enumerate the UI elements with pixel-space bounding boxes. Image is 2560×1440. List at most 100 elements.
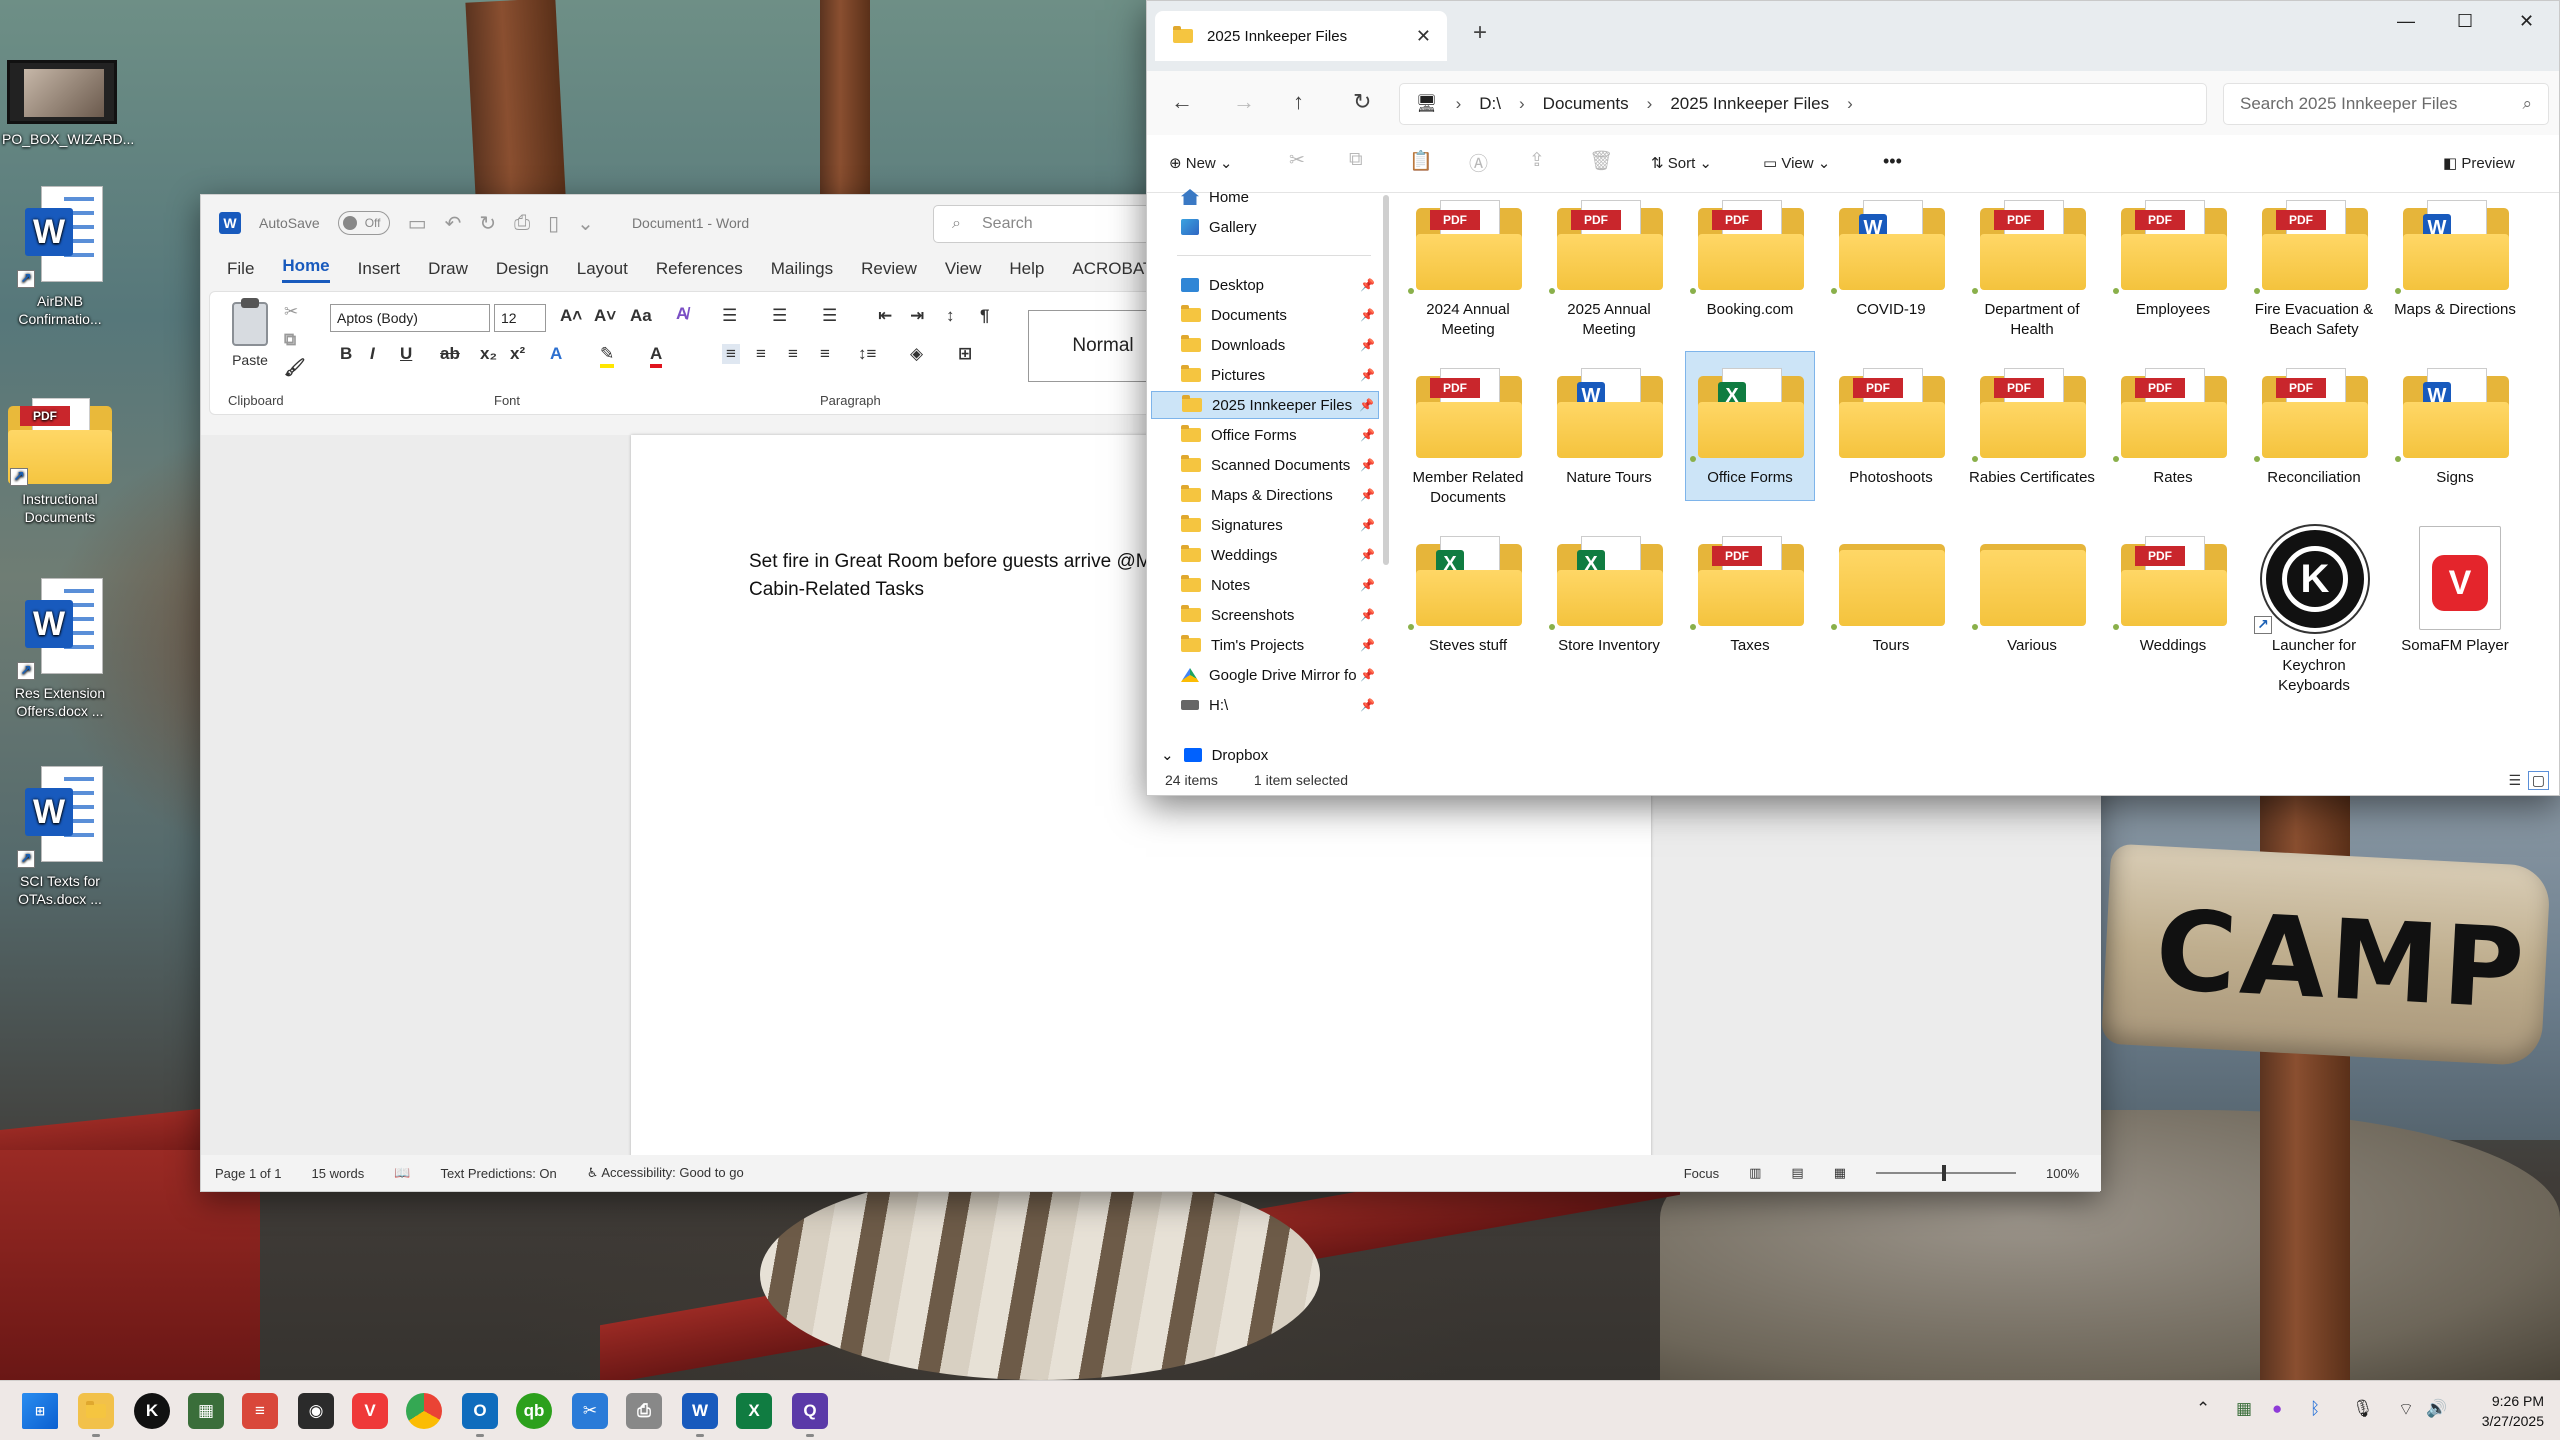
bullets-icon[interactable]: ☰ <box>722 306 737 326</box>
taskbar-app-icon[interactable]: ▦ <box>188 1393 224 1429</box>
breadcrumb-item[interactable]: D:\ <box>1479 94 1501 114</box>
grid-item[interactable]: W COVID-19 <box>1826 189 1956 321</box>
read-mode-icon[interactable]: ▥ <box>1749 1165 1761 1181</box>
tab-draw[interactable]: Draw <box>428 259 468 279</box>
focus-button[interactable]: Focus <box>1684 1166 1719 1181</box>
tab-help[interactable]: Help <box>1009 259 1044 279</box>
nav-item-2025-innkeeper-files[interactable]: 2025 Innkeeper Files 📌 <box>1151 391 1379 419</box>
bluetooth-icon[interactable]: ᛒ <box>2310 1399 2320 1419</box>
taskbar-file-explorer[interactable] <box>78 1393 114 1437</box>
document-line[interactable]: Cabin-Related Tasks <box>749 579 924 601</box>
refresh-icon[interactable]: ↻ <box>1353 89 1371 115</box>
nav-item-weddings[interactable]: Weddings 📌 <box>1151 541 1379 569</box>
grid-item[interactable]: PDF 2025 Annual Meeting <box>1544 189 1674 341</box>
explorer-search-input[interactable]: Search 2025 Innkeeper Files ⌕ <box>2223 83 2549 125</box>
grid-item[interactable]: PDF Employees <box>2108 189 2238 321</box>
new-doc-icon[interactable]: ▯ <box>548 211 559 236</box>
sort-icon[interactable]: ↕ <box>946 306 955 326</box>
new-tab-icon[interactable]: + <box>1473 19 1487 47</box>
accessibility-status[interactable]: ♿ Accessibility: Good to go <box>587 1165 744 1181</box>
grid-item[interactable]: X Store Inventory <box>1544 525 1674 657</box>
minimize-icon[interactable]: — <box>2397 11 2415 32</box>
tab-view[interactable]: View <box>945 259 982 279</box>
breadcrumb-item[interactable]: Documents <box>1543 94 1629 114</box>
start-button[interactable]: ⊞ <box>22 1393 58 1429</box>
desktop-icon-instructional-documents[interactable]: PDF ↗ Instructional Documents <box>0 398 120 526</box>
cut-icon[interactable]: ✂ <box>284 302 298 322</box>
close-icon[interactable]: ✕ <box>2519 11 2534 32</box>
tab-review[interactable]: Review <box>861 259 917 279</box>
explorer-tab[interactable]: 2025 Innkeeper Files ✕ <box>1155 11 1447 61</box>
tray-app-icon[interactable]: ▦ <box>2236 1399 2252 1419</box>
nav-item-dropbox[interactable]: ⌄ Dropbox <box>1151 745 1379 765</box>
highlight-icon[interactable]: ✎ <box>600 344 615 368</box>
more-options-icon[interactable]: ••• <box>1883 151 1902 172</box>
superscript-icon[interactable]: x² <box>510 344 525 364</box>
nav-item-h-drive[interactable]: H:\ 📌 <box>1151 691 1379 719</box>
align-center-icon[interactable]: ≡ <box>756 344 766 364</box>
align-right-icon[interactable]: ≡ <box>788 344 798 364</box>
redo-icon[interactable]: ↻ <box>479 211 496 236</box>
grid-item[interactable]: Tours <box>1826 525 1956 657</box>
zoom-level[interactable]: 100% <box>2046 1166 2079 1181</box>
taskbar-outlook[interactable]: O <box>462 1393 498 1437</box>
microphone-icon[interactable]: 🎙 <box>2352 1399 2374 1419</box>
nav-item-screenshots[interactable]: Screenshots 📌 <box>1151 601 1379 629</box>
up-icon[interactable]: ↑ <box>1293 89 1304 115</box>
shrink-font-icon[interactable]: A˅ <box>594 306 616 326</box>
word-count[interactable]: 15 words <box>312 1166 365 1181</box>
nav-item-tims-projects[interactable]: Tim's Projects 📌 <box>1151 631 1379 659</box>
grid-item[interactable]: PDF Weddings <box>2108 525 2238 657</box>
breadcrumb-item[interactable]: 2025 Innkeeper Files <box>1670 94 1829 114</box>
grid-item[interactable]: PDF Member Related Documents <box>1403 357 1533 509</box>
copy-icon[interactable]: ⧉ <box>284 330 296 350</box>
close-tab-icon[interactable]: ✕ <box>1416 26 1431 47</box>
rename-icon[interactable]: Ⓐ <box>1469 149 1488 176</box>
preview-button[interactable]: ◧ Preview <box>2443 154 2515 172</box>
taskbar-keychron[interactable]: K <box>134 1393 170 1429</box>
paste-button[interactable]: Paste <box>232 298 268 368</box>
breadcrumb[interactable]: 🖥 › D:\ › Documents › 2025 Innkeeper Fil… <box>1399 83 2207 125</box>
nav-item-desktop[interactable]: Desktop 📌 <box>1151 271 1379 299</box>
sort-button[interactable]: ⇅ Sort ⌄ <box>1651 154 1712 172</box>
new-button[interactable]: ⊕ New ⌄ <box>1169 154 1233 172</box>
desktop-icon-po-box-wizard[interactable]: PO_BOX_WIZARD... <box>2 60 134 148</box>
taskbar-vivaldi[interactable]: V <box>352 1393 388 1429</box>
nav-item-home[interactable]: Home <box>1151 183 1379 211</box>
grid-item[interactable]: W Maps & Directions <box>2390 189 2520 321</box>
grid-item[interactable]: PDF 2024 Annual Meeting <box>1403 189 1533 341</box>
nav-item-signatures[interactable]: Signatures 📌 <box>1151 511 1379 539</box>
nav-item-downloads[interactable]: Downloads 📌 <box>1151 331 1379 359</box>
cut-icon[interactable]: ✂ <box>1289 149 1305 172</box>
underline-icon[interactable]: U <box>400 344 412 364</box>
grid-item[interactable]: PDF Fire Evacuation & Beach Safety <box>2249 189 2379 341</box>
align-left-icon[interactable]: ≡ <box>722 344 740 364</box>
font-size-select[interactable]: 12 <box>494 304 546 332</box>
document-line[interactable]: Set fire in Great Room before guests arr… <box>749 551 1152 573</box>
grow-font-icon[interactable]: A˄ <box>560 306 582 326</box>
nav-item-maps-directions[interactable]: Maps & Directions 📌 <box>1151 481 1379 509</box>
grid-item[interactable]: PDF Reconciliation <box>2249 357 2379 489</box>
print-layout-icon[interactable]: ▤ <box>1791 1165 1803 1181</box>
nav-scrollbar[interactable] <box>1383 195 1389 565</box>
strikethrough-icon[interactable]: ab <box>440 344 460 364</box>
back-icon[interactable]: ← <box>1171 89 1193 115</box>
undo-icon[interactable]: ↶ <box>445 211 462 236</box>
numbering-icon[interactable]: ☰ <box>772 306 787 326</box>
justify-icon[interactable]: ≡ <box>820 344 830 364</box>
taskbar-word[interactable]: W <box>682 1393 718 1437</box>
delete-icon[interactable]: 🗑 <box>1589 149 1613 173</box>
nav-item-documents[interactable]: Documents 📌 <box>1151 301 1379 329</box>
proofing-icon[interactable]: 📖 <box>394 1165 410 1181</box>
save-icon[interactable]: ▭ <box>408 211 427 236</box>
autosave-toggle[interactable]: Off <box>337 211 390 235</box>
increase-indent-icon[interactable]: ⇥ <box>910 306 924 326</box>
font-name-select[interactable]: Aptos (Body) <box>330 304 490 332</box>
tab-design[interactable]: Design <box>496 259 549 279</box>
grid-item[interactable]: V SomaFM Player <box>2390 525 2520 657</box>
taskbar-app-icon[interactable]: Q <box>792 1393 828 1437</box>
grid-item[interactable]: W Nature Tours <box>1544 357 1674 489</box>
grid-item[interactable]: W Signs <box>2390 357 2520 489</box>
tab-insert[interactable]: Insert <box>358 259 401 279</box>
text-predictions[interactable]: Text Predictions: On <box>440 1166 556 1181</box>
